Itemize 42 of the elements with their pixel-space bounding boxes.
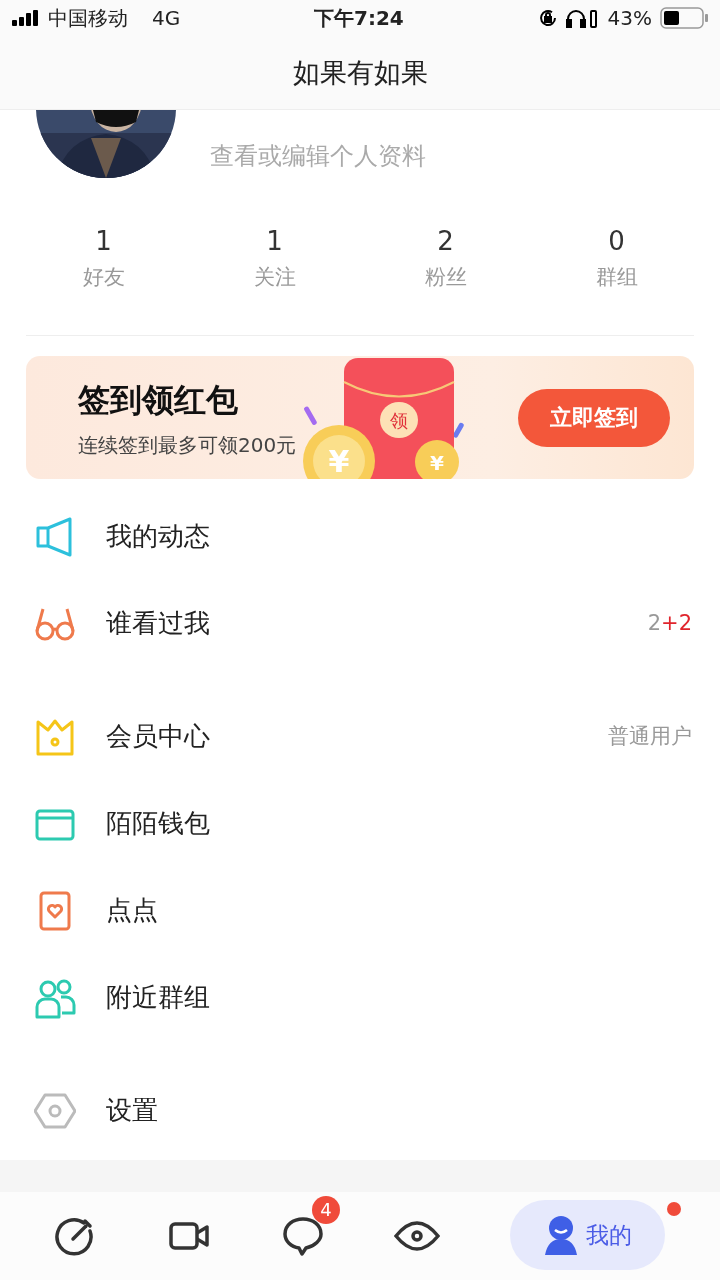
menu-item[interactable]: 我的动态 (0, 493, 720, 580)
clock-time: 下午7:24 (314, 5, 404, 32)
coin-mark: ¥ (430, 451, 445, 475)
menu-value: 2 (647, 609, 662, 637)
menu-label: 谁看过我 (106, 607, 210, 640)
carrier-name: 中国移动 (48, 5, 128, 32)
menu-label: 陌陌钱包 (106, 807, 210, 840)
menu-item[interactable]: 陌陌钱包 (0, 780, 720, 867)
menu-value: 普通用户 (608, 722, 692, 750)
stat-count: 1 (265, 225, 284, 258)
menu-label: 设置 (106, 1094, 158, 1127)
menu-item[interactable]: 谁看过我 2+2 (0, 580, 720, 667)
menu-item[interactable]: 附近群组 (0, 954, 720, 1041)
stat-count: 2 (436, 225, 455, 258)
stat-count: 1 (94, 225, 113, 258)
battery-percent: 43% (607, 5, 652, 32)
new-count: +2 (661, 609, 692, 637)
menu-label: 会员中心 (106, 720, 210, 753)
stat-count: 0 (607, 225, 626, 258)
headphones-icon (565, 8, 600, 28)
sign-in-banner[interactable]: 签到领红包 连续签到最多可领200元 领 ¥ ¥ 立即签到 (26, 356, 694, 479)
rotation-lock-icon (537, 8, 558, 28)
battery-icon (660, 7, 710, 29)
menu-item[interactable]: 设置 (0, 1067, 720, 1154)
menu-label: 点点 (106, 894, 158, 927)
menu-item[interactable]: 会员中心 普通用户 (0, 693, 720, 780)
chat-bubble-icon (282, 1215, 324, 1257)
user-avatar-icon (543, 1215, 578, 1255)
tab-button[interactable]: 我的 (510, 1200, 665, 1270)
envelope-label: 领 (390, 410, 409, 431)
page-title: 如果有如果 (291, 56, 429, 90)
tab-button[interactable]: 4 (246, 1192, 360, 1280)
coin-mark: ¥ (328, 444, 350, 479)
unread-badge: 4 (312, 1196, 340, 1224)
banner-title: 签到领红包 (78, 379, 239, 421)
menu-label: 附近群组 (106, 981, 210, 1014)
menu-label: 我的动态 (106, 520, 210, 553)
banner-subtitle: 连续签到最多可领200元 (78, 431, 297, 459)
signal-icon (12, 10, 40, 26)
compose-icon (54, 1215, 96, 1257)
network-type: 4G (152, 5, 181, 32)
menu-item[interactable]: 点点 (0, 867, 720, 954)
